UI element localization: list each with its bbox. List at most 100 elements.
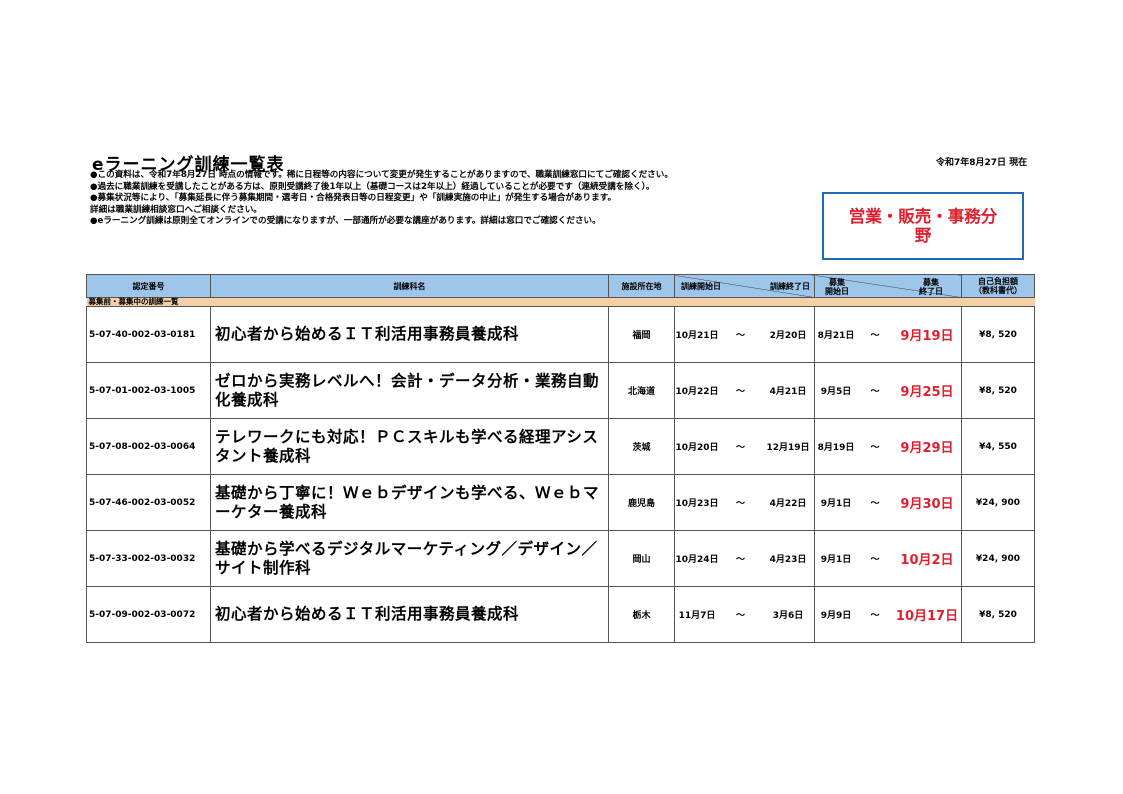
tilde: ～	[735, 499, 745, 509]
note-line: ●過去に職業訓練を受講したことがある方は、原則受講終了後1年以上（基礎コースは2…	[90, 181, 655, 192]
train-start-date: 10月23日	[675, 499, 719, 509]
tilde: ～	[870, 387, 880, 397]
header-recruit-end: 募集 終了日	[919, 278, 943, 296]
course-fee: ¥24, 900	[961, 530, 1035, 587]
training-period: 10月22日 ～ 4月21日	[674, 362, 815, 419]
section-label: 募集前・募集中の訓練一覧	[86, 297, 1035, 307]
course-code: 5-07-08-002-03-0064	[86, 418, 211, 475]
header-recruit-period: 募集 開始日 募集 終了日	[814, 274, 962, 298]
course-code: 5-07-46-002-03-0052	[86, 474, 211, 531]
header-training-period: 訓練開始日 訓練終了日	[674, 274, 815, 298]
notes: ●この資料は、令和7年8月27日 時点の情報です。稀に日程等の内容について変更が…	[90, 170, 830, 228]
recruit-start-date: 8月19日	[817, 443, 855, 453]
header-fee-line2: （教科書代）	[974, 286, 1022, 295]
tilde: ～	[870, 611, 880, 621]
train-end-date: 4月22日	[769, 499, 807, 509]
as-of-date: 令和7年8月27日 現在	[936, 158, 1028, 168]
header-recruit-end-line2: 終了日	[919, 287, 943, 296]
tilde: ～	[870, 331, 880, 341]
table-row: 5-07-46-002-03-0052 基礎から丁寧に！Ｗｅｂデザインも学べる、…	[86, 474, 1035, 531]
note-line: ●この資料は、令和7年8月27日 時点の情報です。稀に日程等の内容について変更が…	[90, 170, 673, 180]
course-name: テレワークにも対応！ＰＣスキルも学べる経理アシスタント養成科	[210, 418, 609, 475]
header-fee-line1: 自己負担額	[978, 277, 1018, 286]
recruit-period: 8月19日 ～ 9月29日	[814, 418, 962, 475]
course-fee: ¥24, 900	[961, 474, 1035, 531]
recruit-start-date: 9月5日	[820, 387, 852, 397]
table-header-row: 認定番号 訓練科名 施設所在地 訓練開始日 訓練終了日 募集 開始日 募集 終了日 …	[86, 274, 1035, 298]
training-period: 10月23日 ～ 4月22日	[674, 474, 815, 531]
header-recruit-end-line1: 募集	[923, 278, 939, 287]
note-line: 詳細は職業訓練相談窓口へご相談ください。	[90, 204, 262, 215]
recruit-period: 9月1日 ～ 10月2日	[814, 530, 962, 587]
course-name: 初心者から始めるＩＴ利活用事務員養成科	[210, 306, 609, 363]
tilde: ～	[735, 443, 745, 453]
tilde: ～	[735, 331, 745, 341]
table-row: 5-07-40-002-03-0181 初心者から始めるＩＴ利活用事務員養成科 …	[86, 306, 1035, 363]
field-category-label: 営業・販売・事務分野	[848, 207, 998, 245]
header-location: 施設所在地	[608, 274, 675, 298]
train-start-date: 10月20日	[675, 443, 719, 453]
train-start-date: 10月21日	[675, 331, 719, 341]
course-location: 福岡	[608, 306, 675, 363]
recruit-start-date: 9月1日	[820, 555, 852, 565]
course-location: 北海道	[608, 362, 675, 419]
training-table: 認定番号 訓練科名 施設所在地 訓練開始日 訓練終了日 募集 開始日 募集 終了日 …	[86, 274, 1035, 643]
note-line: ●募集状況等により、「募集延長に伴う募集期間・選考日・合格発表日等の日程変更」や…	[90, 193, 617, 203]
note-line: ●eラーニング訓練は原則全てオンラインでの受講になりますが、一部通所が必要な講座…	[90, 216, 601, 226]
course-name: 基礎から学べるデジタルマーケティング／デザイン／サイト制作科	[210, 530, 609, 587]
train-end-date: 3月6日	[772, 611, 804, 621]
tilde: ～	[735, 555, 745, 565]
header-recruit-start-line2: 開始日	[825, 287, 849, 296]
recruit-start-date: 8月21日	[817, 331, 855, 341]
header-train-end: 訓練終了日	[770, 282, 810, 291]
header-recruit-start-line1: 募集	[829, 278, 845, 287]
course-fee: ¥8, 520	[961, 306, 1035, 363]
tilde: ～	[870, 499, 880, 509]
train-start-date: 10月24日	[675, 555, 719, 565]
recruit-period: 9月1日 ～ 9月30日	[814, 474, 962, 531]
course-name: 基礎から丁寧に！Ｗｅｂデザインも学べる、Ｗｅｂマーケター養成科	[210, 474, 609, 531]
section-row: 募集前・募集中の訓練一覧	[86, 297, 1035, 307]
course-fee: ¥8, 520	[961, 586, 1035, 643]
course-fee: ¥8, 520	[961, 362, 1035, 419]
header-code: 認定番号	[86, 274, 211, 298]
recruit-end-date: 9月19日	[900, 329, 954, 344]
recruit-start-date: 9月9日	[820, 611, 852, 621]
course-name: 初心者から始めるＩＴ利活用事務員養成科	[210, 586, 609, 643]
tilde: ～	[735, 611, 745, 621]
table-row: 5-07-01-002-03-1005 ゼロから実務レベルへ！会計・データ分析・…	[86, 362, 1035, 419]
train-start-date: 10月22日	[675, 387, 719, 397]
table-row: 5-07-09-002-03-0072 初心者から始めるＩＴ利活用事務員養成科 …	[86, 586, 1035, 643]
recruit-period: 8月21日 ～ 9月19日	[814, 306, 962, 363]
training-period: 10月21日 ～ 2月20日	[674, 306, 815, 363]
course-code: 5-07-01-002-03-1005	[86, 362, 211, 419]
training-period: 10月24日 ～ 4月23日	[674, 530, 815, 587]
course-code: 5-07-40-002-03-0181	[86, 306, 211, 363]
course-location: 鹿児島	[608, 474, 675, 531]
recruit-end-date: 10月2日	[900, 553, 954, 568]
tilde: ～	[735, 387, 745, 397]
recruit-period: 9月9日 ～ 10月17日	[814, 586, 962, 643]
tilde: ～	[870, 443, 880, 453]
tilde: ～	[870, 555, 880, 565]
course-code: 5-07-33-002-03-0032	[86, 530, 211, 587]
recruit-end-date: 10月17日	[895, 609, 959, 624]
recruit-start-date: 9月1日	[820, 499, 852, 509]
course-location: 岡山	[608, 530, 675, 587]
training-period: 11月7日 ～ 3月6日	[674, 586, 815, 643]
train-end-date: 12月19日	[766, 443, 810, 453]
train-start-date: 11月7日	[678, 611, 716, 621]
train-end-date: 2月20日	[769, 331, 807, 341]
course-code: 5-07-09-002-03-0072	[86, 586, 211, 643]
course-location: 茨城	[608, 418, 675, 475]
table-row: 5-07-33-002-03-0032 基礎から学べるデジタルマーケティング／デ…	[86, 530, 1035, 587]
table-row: 5-07-08-002-03-0064 テレワークにも対応！ＰＣスキルも学べる経…	[86, 418, 1035, 475]
header-name: 訓練科名	[210, 274, 609, 298]
train-end-date: 4月21日	[769, 387, 807, 397]
train-end-date: 4月23日	[769, 555, 807, 565]
recruit-end-date: 9月29日	[900, 441, 954, 456]
recruit-period: 9月5日 ～ 9月25日	[814, 362, 962, 419]
course-name: ゼロから実務レベルへ！会計・データ分析・業務自動化養成科	[210, 362, 609, 419]
header-train-start: 訓練開始日	[681, 282, 721, 291]
recruit-end-date: 9月30日	[900, 497, 954, 512]
